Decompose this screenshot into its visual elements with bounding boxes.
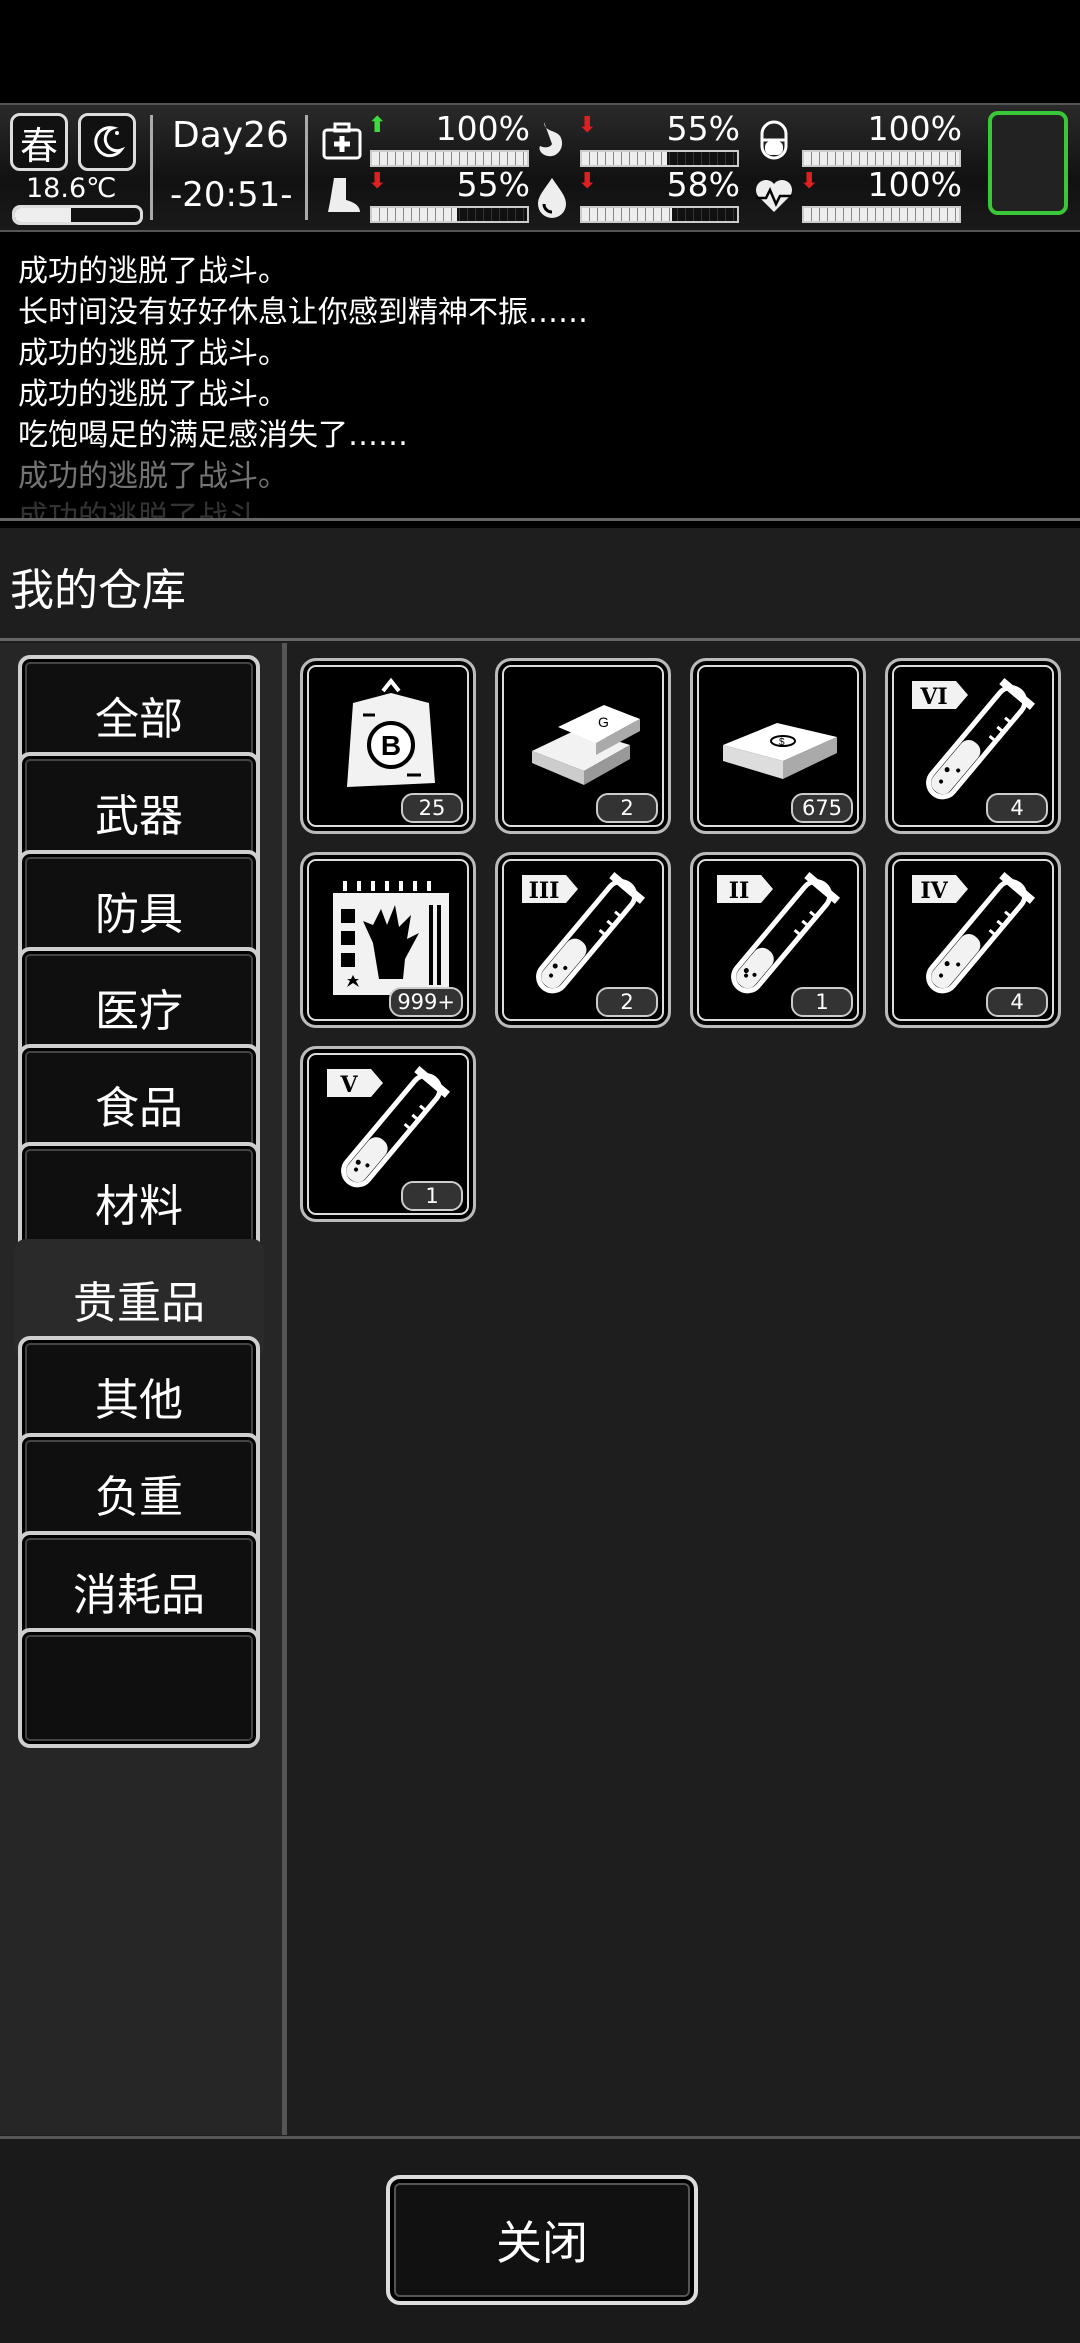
test-tube-icon: III [522, 872, 646, 994]
inventory-item[interactable]: III 2 [495, 852, 671, 1028]
tube-grade-label: III [529, 878, 560, 904]
test-tube-icon: IV [912, 872, 1036, 994]
log-line: 成功的逃脱了战斗。 [18, 500, 288, 521]
water-drop-icon [538, 178, 566, 218]
clock: -20:51- [170, 175, 293, 215]
medkit-icon [322, 122, 362, 160]
stat-bar [802, 206, 961, 223]
divider [0, 638, 1080, 641]
tube-grade-label: VI [919, 684, 947, 710]
stat-gauge: ⬇ 55% [320, 165, 530, 227]
stat-bar [580, 206, 739, 223]
item-count-badge: 25 [401, 793, 463, 823]
item-count-badge: 2 [596, 987, 658, 1017]
trend-down-icon: ⬇ [578, 169, 597, 194]
tube-grade-label: IV [920, 878, 948, 904]
panel-title: 我的仓库 [10, 565, 186, 616]
foot-icon [328, 178, 360, 212]
test-tube-icon: VI [912, 678, 1036, 800]
test-tube-icon: V [327, 1066, 451, 1188]
moon-icon [78, 113, 136, 171]
item-count-badge: 2 [596, 793, 658, 823]
tube-grade-label: V [339, 1072, 358, 1098]
inventory-item[interactable]: IV 4 [885, 852, 1061, 1028]
stomach-icon [539, 122, 563, 157]
item-count-badge: 1 [791, 987, 853, 1017]
log-line: 成功的逃脱了战斗。 [18, 377, 288, 412]
inventory-item[interactable]: G2 [495, 658, 671, 834]
trend-down-icon: ⬇ [368, 169, 387, 194]
item-count-badge: 4 [986, 793, 1048, 823]
day-counter: Day26 [172, 115, 289, 156]
message-log[interactable]: 成功的逃脱了战斗。 长时间没有好好休息让你感到精神不振…… 成功的逃脱了战斗。 成功的… [0, 232, 1080, 521]
status-bar: 春 18.6℃ Day26 -20:51- ⬆ 100% ⬇ 55% 100% ⬇ 55% ⬇… [0, 103, 1080, 232]
inventory-item[interactable]: B 25 [300, 658, 476, 834]
stat-value: 55% [456, 165, 530, 204]
trend-down-icon: ⬇ [578, 113, 597, 138]
log-line: 成功的逃脱了战斗。 [18, 254, 288, 289]
category-button-partial[interactable] [18, 1628, 260, 1748]
temperature-gauge [12, 205, 143, 225]
item-count-badge: 4 [986, 987, 1048, 1017]
stat-value: 100% [867, 165, 962, 204]
svg-text:G: G [598, 714, 609, 730]
zombie-hand-card-icon [333, 879, 449, 995]
stat-gauge: ⬇ 55% [530, 109, 740, 171]
divider [150, 115, 153, 220]
gold-bar-icon: G [532, 705, 640, 785]
warehouse-panel: 我的仓库 全部 武器 防具 医疗 食品 材料 贵重品 其他 负重 消耗品 B 25 G 2 $675 VI 4… [0, 528, 1080, 2343]
item-count-badge: 1 [401, 1181, 463, 1211]
item-count-badge: 999+ [389, 987, 463, 1017]
stat-gauge: ⬆ 100% [320, 109, 530, 171]
svg-text:$: $ [779, 737, 785, 748]
heart-icon [756, 180, 792, 212]
stat-gauge: 100% [752, 109, 962, 171]
test-tube-icon: II [717, 872, 841, 994]
stat-gauge: ⬇ 58% [530, 165, 740, 227]
bitcoin-map-icon: B [347, 677, 435, 787]
inventory-item[interactable]: V1 [300, 1046, 476, 1222]
inventory-item[interactable]: II 1 [690, 852, 866, 1028]
log-line: 成功的逃脱了战斗。 [18, 459, 288, 494]
stat-value: 100% [867, 109, 962, 148]
item-count-badge: 675 [791, 793, 853, 823]
footer: 关闭 [0, 2136, 1080, 2343]
temperature: 18.6℃ [26, 173, 117, 204]
season-indicator: 春 [10, 113, 68, 171]
inventory-item[interactable]: 999+ [300, 852, 476, 1028]
divider [305, 115, 308, 220]
stat-gauge: ⬇ 100% [752, 165, 962, 227]
equipment-slot[interactable] [988, 111, 1068, 215]
svg-text:B: B [381, 730, 401, 761]
inventory-item[interactable]: $675 [690, 658, 866, 834]
log-line: 长时间没有好好休息让你感到精神不振…… [18, 295, 588, 330]
inventory-item[interactable]: VI 4 [885, 658, 1061, 834]
stat-value: 100% [435, 109, 530, 148]
stat-value: 58% [666, 165, 740, 204]
cash-stack-icon: $ [723, 723, 837, 779]
close-button[interactable]: 关闭 [386, 2175, 698, 2305]
trend-down-icon: ⬇ [800, 169, 819, 194]
pill-icon [760, 120, 788, 160]
category-sidebar[interactable]: 全部 武器 防具 医疗 食品 材料 贵重品 其他 负重 消耗品 [0, 643, 287, 2135]
log-line: 吃饱喝足的满足感消失了…… [18, 418, 408, 453]
tube-grade-label: II [729, 878, 750, 904]
log-line: 成功的逃脱了战斗。 [18, 336, 288, 371]
trend-up-icon: ⬆ [368, 113, 387, 138]
stat-value: 55% [666, 109, 740, 148]
stat-bar [370, 206, 529, 223]
